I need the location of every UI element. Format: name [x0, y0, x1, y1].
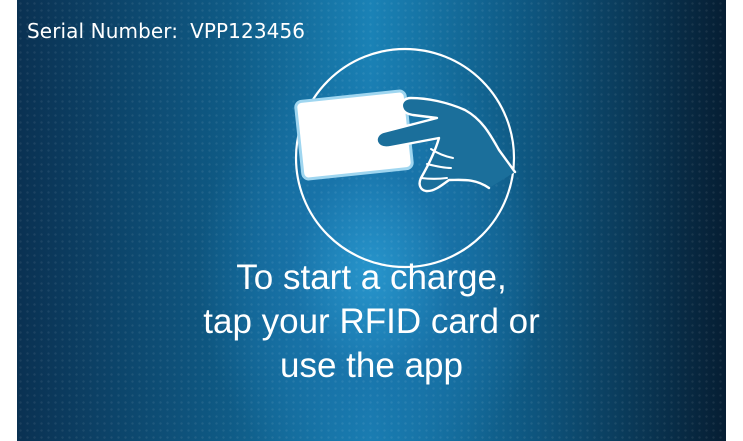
instruction-line-3: use the app [280, 346, 463, 385]
serial-number-label: Serial Number: [27, 19, 179, 43]
charger-screen: Serial Number: VPP123456 To start a charg… [17, 0, 726, 441]
instruction-line-2: tap your RFID card or [203, 302, 540, 341]
display-frame: Serial Number: VPP123456 To start a charg… [0, 0, 743, 441]
tap-rfid-card-icon [287, 40, 523, 276]
serial-number: Serial Number: VPP123456 [27, 18, 305, 44]
charge-instructions: To start a charge, tap your RFID card or… [17, 256, 726, 388]
instruction-line-1: To start a charge, [236, 258, 507, 297]
